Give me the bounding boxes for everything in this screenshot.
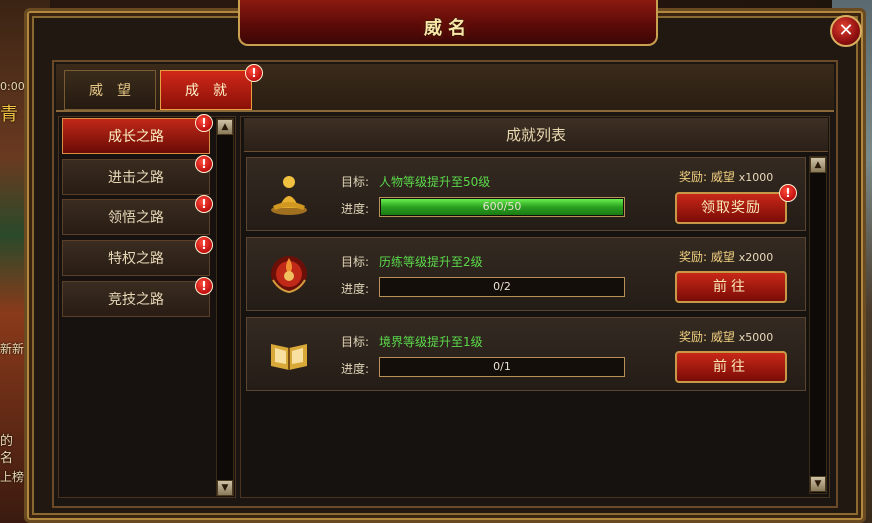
tab-reputation[interactable]: 威望 <box>64 70 156 110</box>
sidebar-scrollbar[interactable] <box>216 118 234 496</box>
reward-name: 威望 <box>710 330 735 344</box>
red-flame-emblem-icon <box>271 256 307 294</box>
progress-bar: 0/2 <box>379 277 625 297</box>
achievement-item: 目标: 境界等级提升至1级 进度: 0/1 奖励: 威望 x5000 前往 <box>246 317 806 391</box>
reward-info: 奖励: 威望 x1000 <box>679 168 773 185</box>
close-button[interactable]: ✕ <box>830 15 862 47</box>
nav-item-growth[interactable]: 成长之路 <box>62 118 210 154</box>
nav-item-privilege[interactable]: 特权之路 <box>62 240 210 276</box>
goal-label: 目标: <box>341 175 370 189</box>
game-screen: 0:00 青 新新 的 名 上榜 威名 ✕ 威望 成就 ! 成长之路 ! 进击之… <box>0 0 872 523</box>
alert-badge-icon: ! <box>195 195 213 213</box>
progress-label: 进度: <box>341 362 370 376</box>
claim-reward-button[interactable]: 领取奖励 <box>675 192 787 224</box>
reward-label: 奖励: <box>679 330 708 344</box>
goal-text: 人物等级提升至50级 <box>379 175 491 189</box>
go-button[interactable]: 前往 <box>675 271 787 303</box>
nav-item-arena[interactable]: 竞技之路 <box>62 281 210 317</box>
reward-amount: x1000 <box>738 171 774 184</box>
list-scrollbar[interactable] <box>809 156 827 494</box>
reward-name: 威望 <box>710 170 735 184</box>
progress-bar: 0/1 <box>379 357 625 377</box>
nav-item-advance[interactable]: 进击之路 <box>62 159 210 195</box>
progress-label: 进度: <box>341 202 370 216</box>
progress-bar: 600/50 <box>379 197 625 217</box>
title-bar: 威名 <box>238 0 658 46</box>
alert-badge-icon: ! <box>195 277 213 295</box>
alert-badge-icon: ! <box>779 184 797 202</box>
progress-label: 进度: <box>341 282 370 296</box>
scroll-up-button[interactable]: ▲ <box>810 157 826 173</box>
scroll-down-button[interactable]: ▼ <box>217 480 233 496</box>
nav-item-insight[interactable]: 领悟之路 <box>62 199 210 235</box>
golden-book-icon <box>271 344 307 370</box>
progress-text: 0/1 <box>493 360 511 373</box>
reward-label: 奖励: <box>679 170 708 184</box>
list-header: 成就列表 <box>244 118 828 152</box>
achievement-item: 目标: 人物等级提升至50级 进度: 600/50 奖励: 威望 x1000 领… <box>246 157 806 231</box>
goal-text: 历练等级提升至2级 <box>379 255 483 269</box>
reward-amount: x5000 <box>738 331 774 344</box>
reward-info: 奖励: 威望 x2000 <box>679 248 773 265</box>
achievement-item: 目标: 历练等级提升至2级 进度: 0/2 奖励: 威望 x2000 前往 <box>246 237 806 311</box>
tab-achievement[interactable]: 成就 <box>160 70 252 110</box>
goal-label: 目标: <box>341 255 370 269</box>
go-button[interactable]: 前往 <box>675 351 787 383</box>
reward-amount: x2000 <box>738 251 774 264</box>
golden-buddha-icon <box>271 176 307 215</box>
progress-text: 0/2 <box>493 280 511 293</box>
alert-badge-icon: ! <box>195 236 213 254</box>
reward-name: 威望 <box>710 250 735 264</box>
reward-label: 奖励: <box>679 250 708 264</box>
alert-badge-icon: ! <box>195 155 213 173</box>
goal-label: 目标: <box>341 335 370 349</box>
scroll-down-button[interactable]: ▼ <box>810 476 826 492</box>
scroll-up-button[interactable]: ▲ <box>217 119 233 135</box>
progress-text: 600/50 <box>482 200 522 213</box>
reward-info: 奖励: 威望 x5000 <box>679 328 773 345</box>
alert-badge-icon: ! <box>245 64 263 82</box>
goal-text: 境界等级提升至1级 <box>379 335 483 349</box>
window-title: 威名 <box>424 18 472 39</box>
alert-badge-icon: ! <box>195 114 213 132</box>
